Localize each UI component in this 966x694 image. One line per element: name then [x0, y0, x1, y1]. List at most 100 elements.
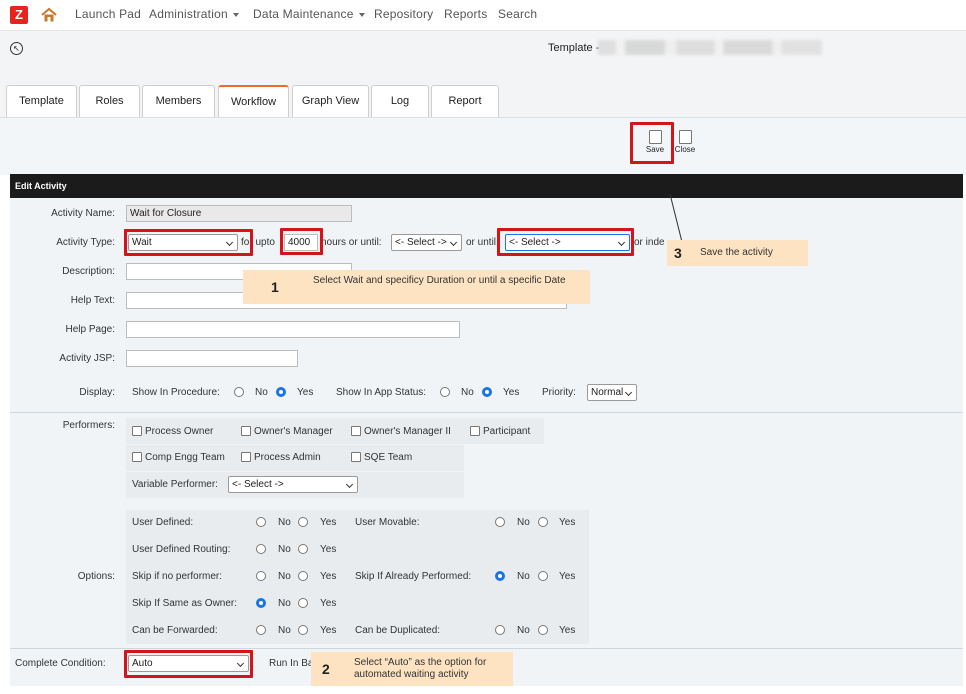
show-in-app-status-no-label: No [461, 387, 474, 398]
user-defined-routing-no-label: No [278, 544, 291, 555]
tab-members[interactable]: Members [142, 85, 215, 117]
performers-label: Performers: [62, 420, 115, 431]
user-defined-routing-no-radio[interactable] [256, 544, 266, 554]
until-date-highlight [497, 228, 634, 256]
show-in-procedure-yes-radio[interactable] [276, 387, 286, 397]
user-defined-routing-yes-radio[interactable] [298, 544, 308, 554]
can-be-forwarded-no-radio[interactable] [256, 625, 266, 635]
priority-select[interactable]: Normal [587, 384, 637, 401]
display-label: Display: [79, 387, 115, 398]
performer-owners-manager-ii-label: Owner's Manager II [364, 426, 451, 437]
tab-graph-view[interactable]: Graph View [292, 85, 369, 117]
back-icon[interactable]: ↖ [10, 42, 23, 55]
skip-if-already-performed-yes-label: Yes [559, 571, 576, 582]
variable-performer-select[interactable]: <- Select -> [228, 476, 358, 493]
close-label: Close [674, 145, 696, 154]
callout-3-number: 3 [674, 245, 682, 261]
performer-participant-checkbox[interactable] [470, 426, 480, 436]
skip-if-same-as-owner-no-label: No [278, 598, 291, 609]
show-in-app-status-yes-label: Yes [503, 387, 520, 398]
callout-2-number: 2 [322, 661, 330, 677]
skip-if-already-performed-label: Skip If Already Performed: [355, 571, 472, 582]
performer-comp-engg-team-label: Comp Engg Team [145, 452, 225, 463]
tab-template[interactable]: Template [6, 85, 77, 117]
activity-jsp-label: Activity JSP: [59, 353, 115, 364]
nav-administration-label: Administration [149, 7, 228, 21]
callout-1: 1 Select Wait and specificy Duration or … [243, 270, 590, 304]
performer-owners-manager-ii-checkbox[interactable] [351, 426, 361, 436]
user-defined-routing-label: User Defined Routing: [132, 544, 231, 555]
user-defined-yes-label: Yes [320, 517, 337, 528]
variable-performer-label: Variable Performer: [132, 479, 218, 490]
user-movable-yes-radio[interactable] [538, 517, 548, 527]
can-be-forwarded-label: Can be Forwarded: [132, 625, 218, 636]
skip-if-already-performed-no-label: No [517, 571, 530, 582]
user-movable-yes-label: Yes [559, 517, 576, 528]
can-be-duplicated-no-radio[interactable] [495, 625, 505, 635]
user-movable-no-radio[interactable] [495, 517, 505, 527]
nav-data-maintenance-label: Data Maintenance [253, 7, 354, 21]
help-text-label: Help Text: [70, 295, 115, 306]
show-in-procedure-no-radio[interactable] [234, 387, 244, 397]
save-highlight-box [630, 122, 674, 164]
skip-if-same-as-owner-yes-radio[interactable] [298, 598, 308, 608]
home-icon[interactable] [40, 6, 58, 24]
tab-report[interactable]: Report [431, 85, 499, 117]
can-be-duplicated-label: Can be Duplicated: [355, 625, 441, 636]
description-label: Description: [62, 266, 115, 277]
section-divider [10, 412, 963, 413]
performer-process-owner-checkbox[interactable] [132, 426, 142, 436]
help-page-label: Help Page: [65, 324, 115, 335]
chevron-down-icon [358, 12, 365, 17]
user-defined-label: User Defined: [132, 517, 194, 528]
activity-jsp-field[interactable] [126, 350, 298, 367]
skip-if-same-as-owner-no-radio[interactable] [256, 598, 266, 608]
skip-if-already-performed-no-radio[interactable] [495, 571, 505, 581]
hours-or-until-text: hours or until: [321, 237, 382, 248]
close-icon [678, 130, 692, 144]
section-divider-2 [10, 648, 963, 649]
nav-launch-pad[interactable]: Launch Pad [75, 7, 141, 21]
nav-search[interactable]: Search [498, 7, 537, 21]
can-be-forwarded-no-label: No [278, 625, 291, 636]
activity-name-label: Activity Name: [51, 208, 115, 219]
show-in-app-status-no-radio[interactable] [440, 387, 450, 397]
tab-workflow[interactable]: Workflow [218, 85, 289, 118]
show-in-app-status-yes-radio[interactable] [482, 387, 492, 397]
help-page-field[interactable] [126, 321, 460, 338]
until-select-1[interactable]: <- Select -> [391, 234, 462, 251]
performer-sqe-team-checkbox[interactable] [351, 452, 361, 462]
skip-if-no-performer-yes-radio[interactable] [298, 571, 308, 581]
show-in-procedure-no-label: No [255, 387, 268, 398]
performer-comp-engg-team-checkbox[interactable] [132, 452, 142, 462]
complete-condition-highlight [124, 650, 253, 678]
activity-name-field[interactable]: Wait for Closure [126, 205, 352, 222]
user-defined-yes-radio[interactable] [298, 517, 308, 527]
activity-type-label: Activity Type: [56, 237, 115, 248]
user-defined-no-radio[interactable] [256, 517, 266, 527]
nav-reports[interactable]: Reports [444, 7, 487, 21]
nav-administration[interactable]: Administration [149, 7, 239, 21]
tab-log[interactable]: Log [371, 85, 429, 117]
skip-if-same-as-owner-yes-label: Yes [320, 598, 337, 609]
can-be-duplicated-yes-radio[interactable] [538, 625, 548, 635]
performer-process-owner-label: Process Owner [145, 426, 214, 437]
user-defined-routing-yes-label: Yes [320, 544, 337, 555]
skip-if-no-performer-no-label: No [278, 571, 291, 582]
performer-process-admin-checkbox[interactable] [241, 452, 251, 462]
tab-roles[interactable]: Roles [79, 85, 140, 117]
show-in-procedure-label: Show In Procedure: [132, 387, 220, 398]
skip-if-no-performer-label: Skip if no performer: [132, 571, 223, 582]
nav-repository[interactable]: Repository [374, 7, 433, 21]
app-logo[interactable]: Z [10, 6, 28, 24]
can-be-duplicated-yes-label: Yes [559, 625, 576, 636]
skip-if-no-performer-no-radio[interactable] [256, 571, 266, 581]
priority-label: Priority: [542, 387, 576, 398]
callout-3: 3 Save the activity [667, 240, 808, 266]
or-until-text: or until: [466, 237, 499, 248]
can-be-forwarded-yes-radio[interactable] [298, 625, 308, 635]
skip-if-already-performed-yes-radio[interactable] [538, 571, 548, 581]
performer-owners-manager-checkbox[interactable] [241, 426, 251, 436]
nav-data-maintenance[interactable]: Data Maintenance [253, 7, 365, 21]
can-be-duplicated-no-label: No [517, 625, 530, 636]
